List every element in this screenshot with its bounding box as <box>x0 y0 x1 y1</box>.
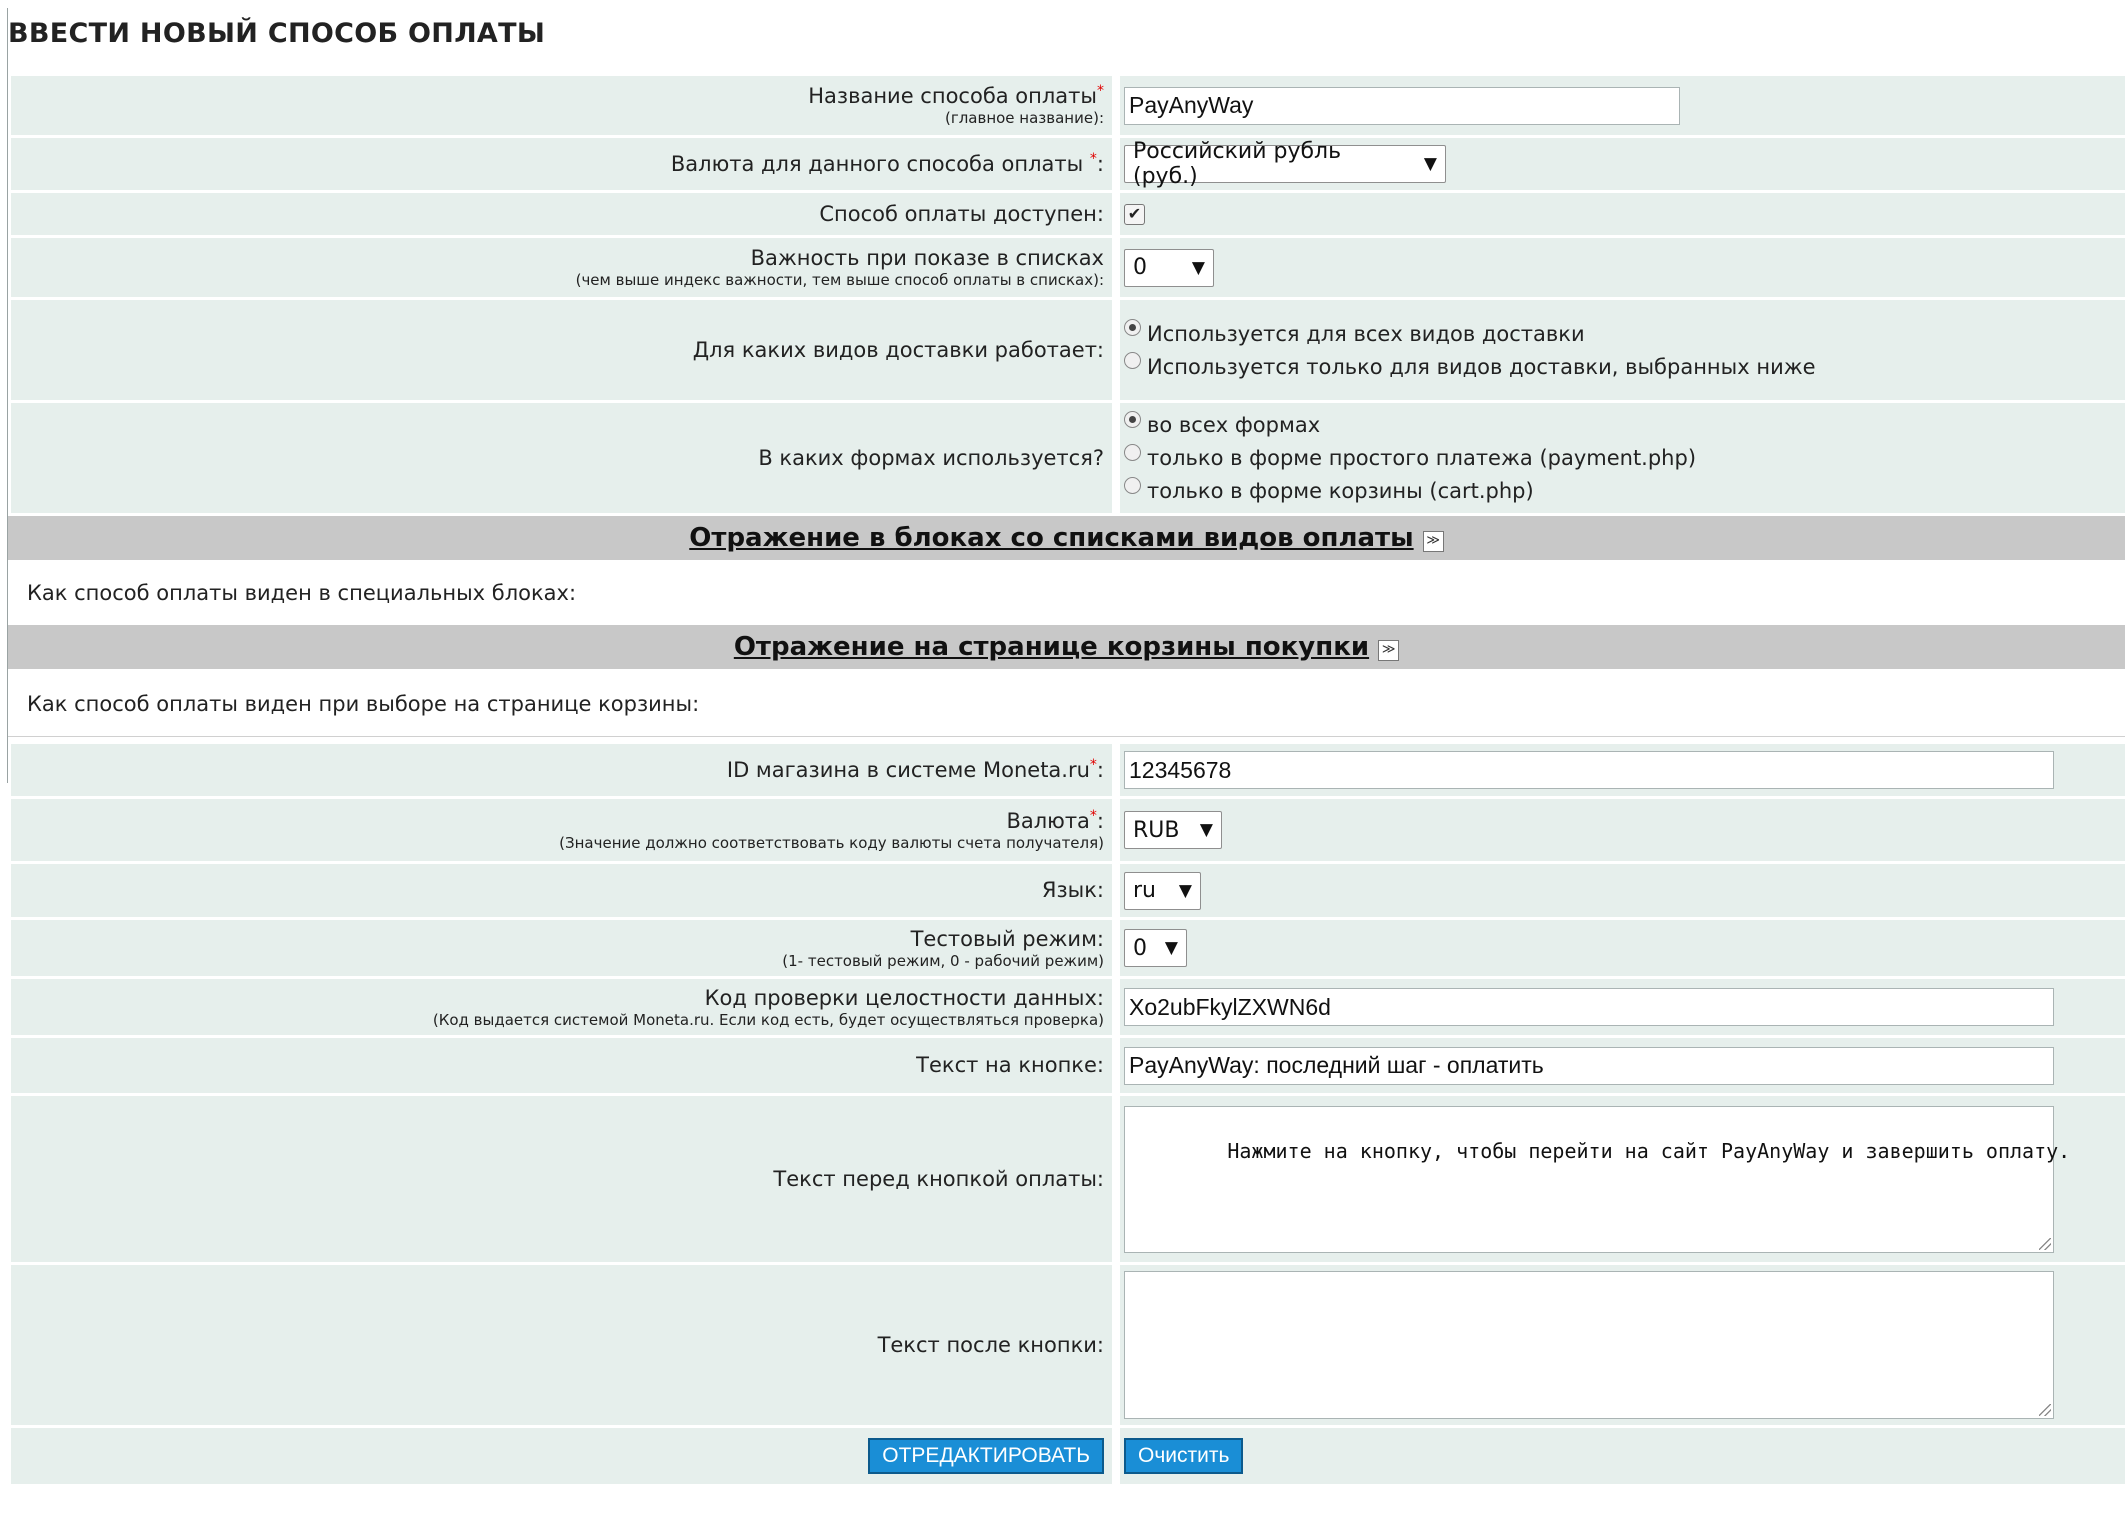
text-before-label: Текст перед кнопкой оплаты: <box>773 1166 1104 1191</box>
test-mode-sublabel: (1- тестовый режим, 0 - рабочий режим) <box>782 951 1104 970</box>
row-method-name: Название способа оплаты* (главное назван… <box>11 76 2125 135</box>
required-star: * <box>1097 83 1104 99</box>
method-name-sublabel: (главное название): <box>944 109 1104 127</box>
text-after-label: Текст после кнопки: <box>877 1332 1104 1357</box>
importance-sublabel: (чем выше индекс важности, тем выше спос… <box>575 271 1104 289</box>
test-mode-select-value: 0 <box>1133 935 1147 961</box>
delivery-option-selected[interactable]: Используется только для видов доставки, … <box>1124 350 2125 383</box>
row-language: Язык: ru ▼ <box>11 864 2125 917</box>
shop-id-input[interactable] <box>1124 751 2054 789</box>
resize-grip-icon[interactable] <box>2039 1404 2051 1416</box>
row-label: Название способа оплаты* (главное назван… <box>11 76 1112 135</box>
forms-option-cart[interactable]: только в форме корзины (cart.php) <box>1124 475 2125 508</box>
required-star: * <box>1089 150 1097 167</box>
language-label: Язык: <box>1041 878 1104 902</box>
method-name-label: Название способа оплаты <box>808 84 1097 108</box>
row-text-after: Текст после кнопки: <box>11 1265 2125 1425</box>
section-blocks-title[interactable]: Отражение в блоках со списками видов опл… <box>689 523 1413 553</box>
row-text-before: Текст перед кнопкой оплаты: Нажмите на к… <box>11 1096 2125 1262</box>
row-actions: ОТРЕДАКТИРОВАТЬ Очистить <box>11 1428 2125 1484</box>
integrity-label: Код проверки целостности данных: <box>704 985 1104 1010</box>
row-shop-id: ID магазина в системе Moneta.ru*: <box>11 744 2125 796</box>
forms-option-payment[interactable]: только в форме простого платежа (payment… <box>1124 442 2125 475</box>
row-button-text: Текст на кнопке: <box>11 1038 2125 1093</box>
payment-method-form-page: ВВЕСТИ НОВЫЙ СПОСОБ ОПЛАТЫ Название спос… <box>0 0 2125 1513</box>
expand-toggle-icon[interactable]: ≫ <box>1378 640 1400 661</box>
chevron-down-icon: ▼ <box>1191 257 1205 278</box>
row-available: Способ оплаты доступен: ✔ <box>11 193 2125 235</box>
moneta-currency-sublabel: (Значение должно соответствовать коду ва… <box>559 833 1104 852</box>
page-title: ВВЕСТИ НОВЫЙ СПОСОБ ОПЛАТЫ <box>8 18 546 49</box>
radio-unselected[interactable] <box>1124 352 1141 369</box>
row-importance: Важность при показе в списках (чем выше … <box>11 238 2125 297</box>
importance-select[interactable]: 0 ▼ <box>1124 248 1214 287</box>
radio-unselected[interactable] <box>1124 476 1141 494</box>
chevron-down-icon: ▼ <box>1164 938 1178 958</box>
radio-selected[interactable] <box>1124 410 1141 428</box>
language-select-value: ru <box>1133 878 1156 903</box>
chevron-down-icon: ▼ <box>1199 820 1213 840</box>
row-moneta-currency: Валюта*: (Значение должно соответствоват… <box>11 799 2125 861</box>
radio-selected[interactable] <box>1124 319 1141 336</box>
language-select[interactable]: ru ▼ <box>1124 871 1201 910</box>
row-integrity-code: Код проверки целостности данных: (Код вы… <box>11 979 2125 1035</box>
importance-label: Важность при показе в списках <box>750 246 1104 270</box>
divider <box>8 736 2125 737</box>
delivery-label: Для каких видов доставки работает: <box>692 337 1104 362</box>
section-cart-note: Как способ оплаты виден при выборе на ст… <box>27 692 700 716</box>
text-before-value: Нажмите на кнопку, чтобы перейти на сайт… <box>1227 1138 2071 1163</box>
row-currency: Валюта для данного способа оплаты *: Рос… <box>11 138 2125 190</box>
moneta-currency-select[interactable]: RUB ▼ <box>1124 811 1222 849</box>
integrity-code-input[interactable] <box>1124 988 2054 1026</box>
test-mode-label: Тестовый режим: <box>910 926 1104 951</box>
required-star: * <box>1089 807 1097 824</box>
forms-option-all[interactable]: во всех формах <box>1124 409 2125 442</box>
row-test-mode: Тестовый режим: (1- тестовый режим, 0 - … <box>11 920 2125 976</box>
text-after-textarea[interactable] <box>1124 1271 2054 1419</box>
moneta-currency-value: RUB <box>1133 817 1180 843</box>
submit-edit-button[interactable]: ОТРЕДАКТИРОВАТЬ <box>868 1438 1104 1474</box>
forms-label: В каких формах используется? <box>758 445 1104 470</box>
integrity-sublabel: (Код выдается системой Moneta.ru. Если к… <box>432 1010 1104 1029</box>
available-label: Способ оплаты доступен: <box>819 201 1104 226</box>
required-star: * <box>1089 756 1097 773</box>
chevron-down-icon: ▼ <box>1423 154 1437 174</box>
available-checkbox[interactable]: ✔ <box>1124 203 1145 225</box>
row-delivery: Для каких видов доставки работает: Испол… <box>11 300 2125 400</box>
button-text-label: Текст на кнопке: <box>916 1053 1104 1077</box>
expand-toggle-icon[interactable]: ≫ <box>1422 531 1444 552</box>
text-before-textarea[interactable]: Нажмите на кнопку, чтобы перейти на сайт… <box>1124 1105 2070 1253</box>
importance-select-value: 0 <box>1133 255 1147 280</box>
delivery-option-all[interactable]: Используется для всех видов доставки <box>1124 317 2125 350</box>
clear-button[interactable]: Очистить <box>1124 1438 1244 1474</box>
section-blocks-note: Как способ оплаты виден в специальных бл… <box>27 581 577 605</box>
shop-id-label: ID магазина в системе Moneta.ru <box>726 757 1090 782</box>
row-forms: В каких формах используется? во всех фор… <box>11 403 2125 513</box>
section-cart-header: Отражение на странице корзины покупки ≫ <box>8 625 2125 669</box>
chevron-down-icon: ▼ <box>1178 880 1192 901</box>
resize-grip-icon[interactable] <box>2039 1237 2051 1250</box>
section-cart-title[interactable]: Отражение на странице корзины покупки <box>734 632 1369 662</box>
currency-label: Валюта для данного способа оплаты <box>670 151 1084 176</box>
test-mode-select[interactable]: 0 ▼ <box>1124 929 1187 967</box>
button-text-input[interactable] <box>1124 1046 2054 1085</box>
moneta-currency-label: Валюта <box>1006 808 1090 833</box>
method-name-input[interactable] <box>1124 86 1680 125</box>
radio-unselected[interactable] <box>1124 443 1141 461</box>
section-blocks-header: Отражение в блоках со списками видов опл… <box>8 516 2125 560</box>
currency-select-value: Российский рубль (руб.) <box>1133 139 1342 189</box>
currency-select[interactable]: Российский рубль (руб.) ▼ <box>1124 139 1446 189</box>
